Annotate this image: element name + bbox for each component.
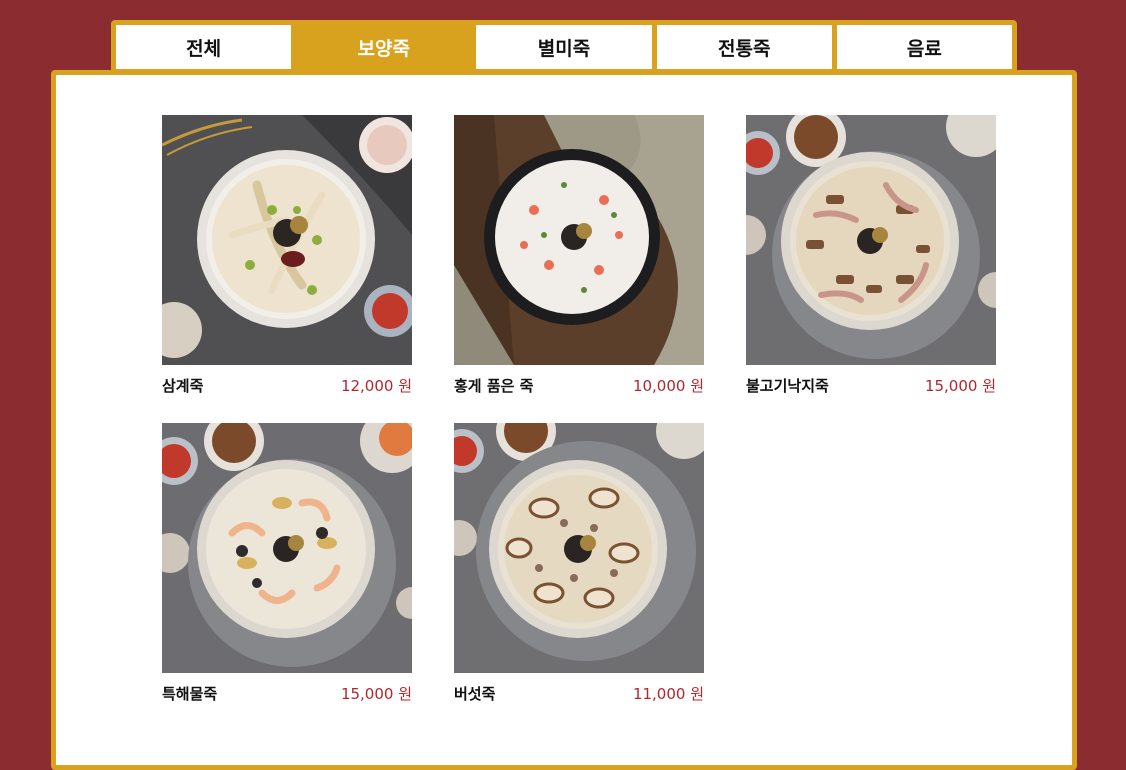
menu-item-info: 특해물죽 15,000 원 xyxy=(162,673,412,713)
menu-item-info: 버섯죽 11,000 원 xyxy=(454,673,704,713)
tab-traditional-juk[interactable]: 전통죽 xyxy=(656,25,832,69)
menu-item-info: 홍게 품은 죽 10,000 원 xyxy=(454,365,704,405)
menu-grid: 삼계죽 12,000 원 홍게 품은 죽 10,000 원 불고기낙지죽 15,… xyxy=(162,115,1002,713)
menu-item-info: 삼계죽 12,000 원 xyxy=(162,365,412,405)
menu-item-price: 15,000 원 xyxy=(924,376,996,395)
menu-item[interactable]: 버섯죽 11,000 원 xyxy=(454,423,704,713)
menu-item[interactable]: 불고기낙지죽 15,000 원 xyxy=(746,115,996,405)
menu-item-price: 12,000 원 xyxy=(340,376,412,395)
chicken-porridge-photo xyxy=(162,115,412,365)
menu-item-name: 삼계죽 xyxy=(162,376,204,395)
menu-item-price: 11,000 원 xyxy=(632,684,704,703)
category-tab-bar: 전체 보양죽 별미죽 전통죽 음료 xyxy=(111,20,1017,74)
menu-item-name: 특해물죽 xyxy=(162,684,218,703)
menu-item-price: 10,000 원 xyxy=(632,376,704,395)
menu-item-price: 15,000 원 xyxy=(340,684,412,703)
tab-all[interactable]: 전체 xyxy=(116,25,292,69)
menu-item-info: 불고기낙지죽 15,000 원 xyxy=(746,365,996,405)
bulgogi-octopus-porridge-photo xyxy=(746,115,996,365)
menu-panel: 삼계죽 12,000 원 홍게 품은 죽 10,000 원 불고기낙지죽 15,… xyxy=(51,70,1077,770)
tab-drinks[interactable]: 음료 xyxy=(836,25,1013,69)
menu-item[interactable]: 특해물죽 15,000 원 xyxy=(162,423,412,713)
menu-item-name: 불고기낙지죽 xyxy=(746,376,829,395)
menu-item-name: 홍게 품은 죽 xyxy=(454,376,534,395)
tab-byeolmi-juk[interactable]: 별미죽 xyxy=(476,25,652,69)
menu-item[interactable]: 홍게 품은 죽 10,000 원 xyxy=(454,115,704,405)
menu-item-name: 버섯죽 xyxy=(454,684,496,703)
special-seafood-porridge-photo xyxy=(162,423,412,673)
tab-boyang-juk[interactable]: 보양죽 xyxy=(296,25,472,69)
red-crab-porridge-photo xyxy=(454,115,704,365)
mushroom-porridge-photo xyxy=(454,423,704,673)
menu-item[interactable]: 삼계죽 12,000 원 xyxy=(162,115,412,405)
